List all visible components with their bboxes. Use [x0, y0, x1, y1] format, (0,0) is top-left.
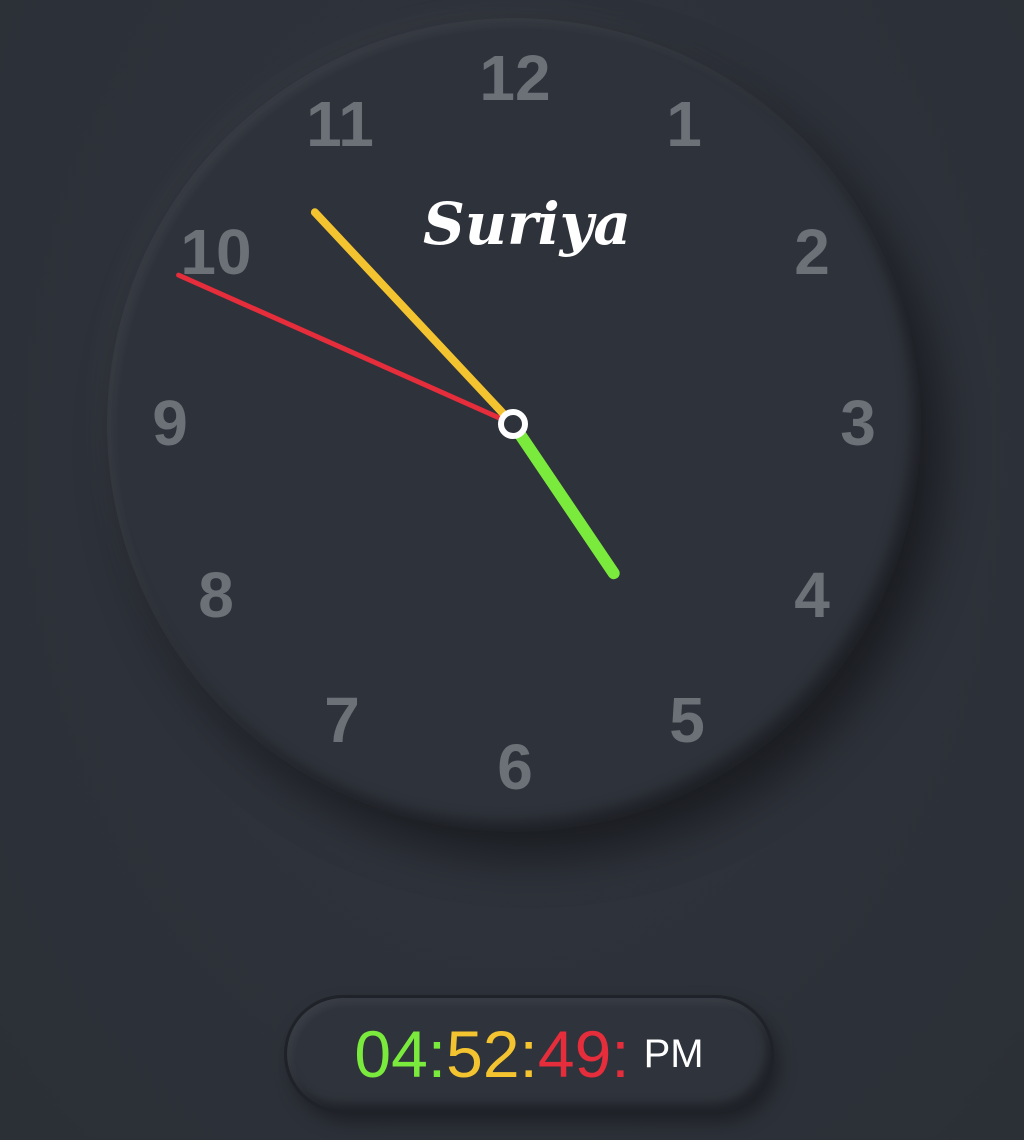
clock-screen: 12 1 2 3 4 5 6 7 8 9 10 11 Suriya 04: 52… [0, 0, 1024, 1140]
digital-hours: 04: [354, 1017, 447, 1091]
digital-seconds: 49: [537, 1017, 630, 1091]
digital-ampm: PM [643, 1031, 704, 1076]
center-pivot [498, 409, 528, 439]
clock-hands [176, 208, 620, 580]
second-hand [176, 272, 516, 427]
digital-time-display: 04: 52: 49: PM [287, 998, 771, 1110]
digital-minutes: 52: [446, 1017, 538, 1091]
hour-hand [507, 418, 620, 580]
minute-hand [310, 208, 517, 428]
